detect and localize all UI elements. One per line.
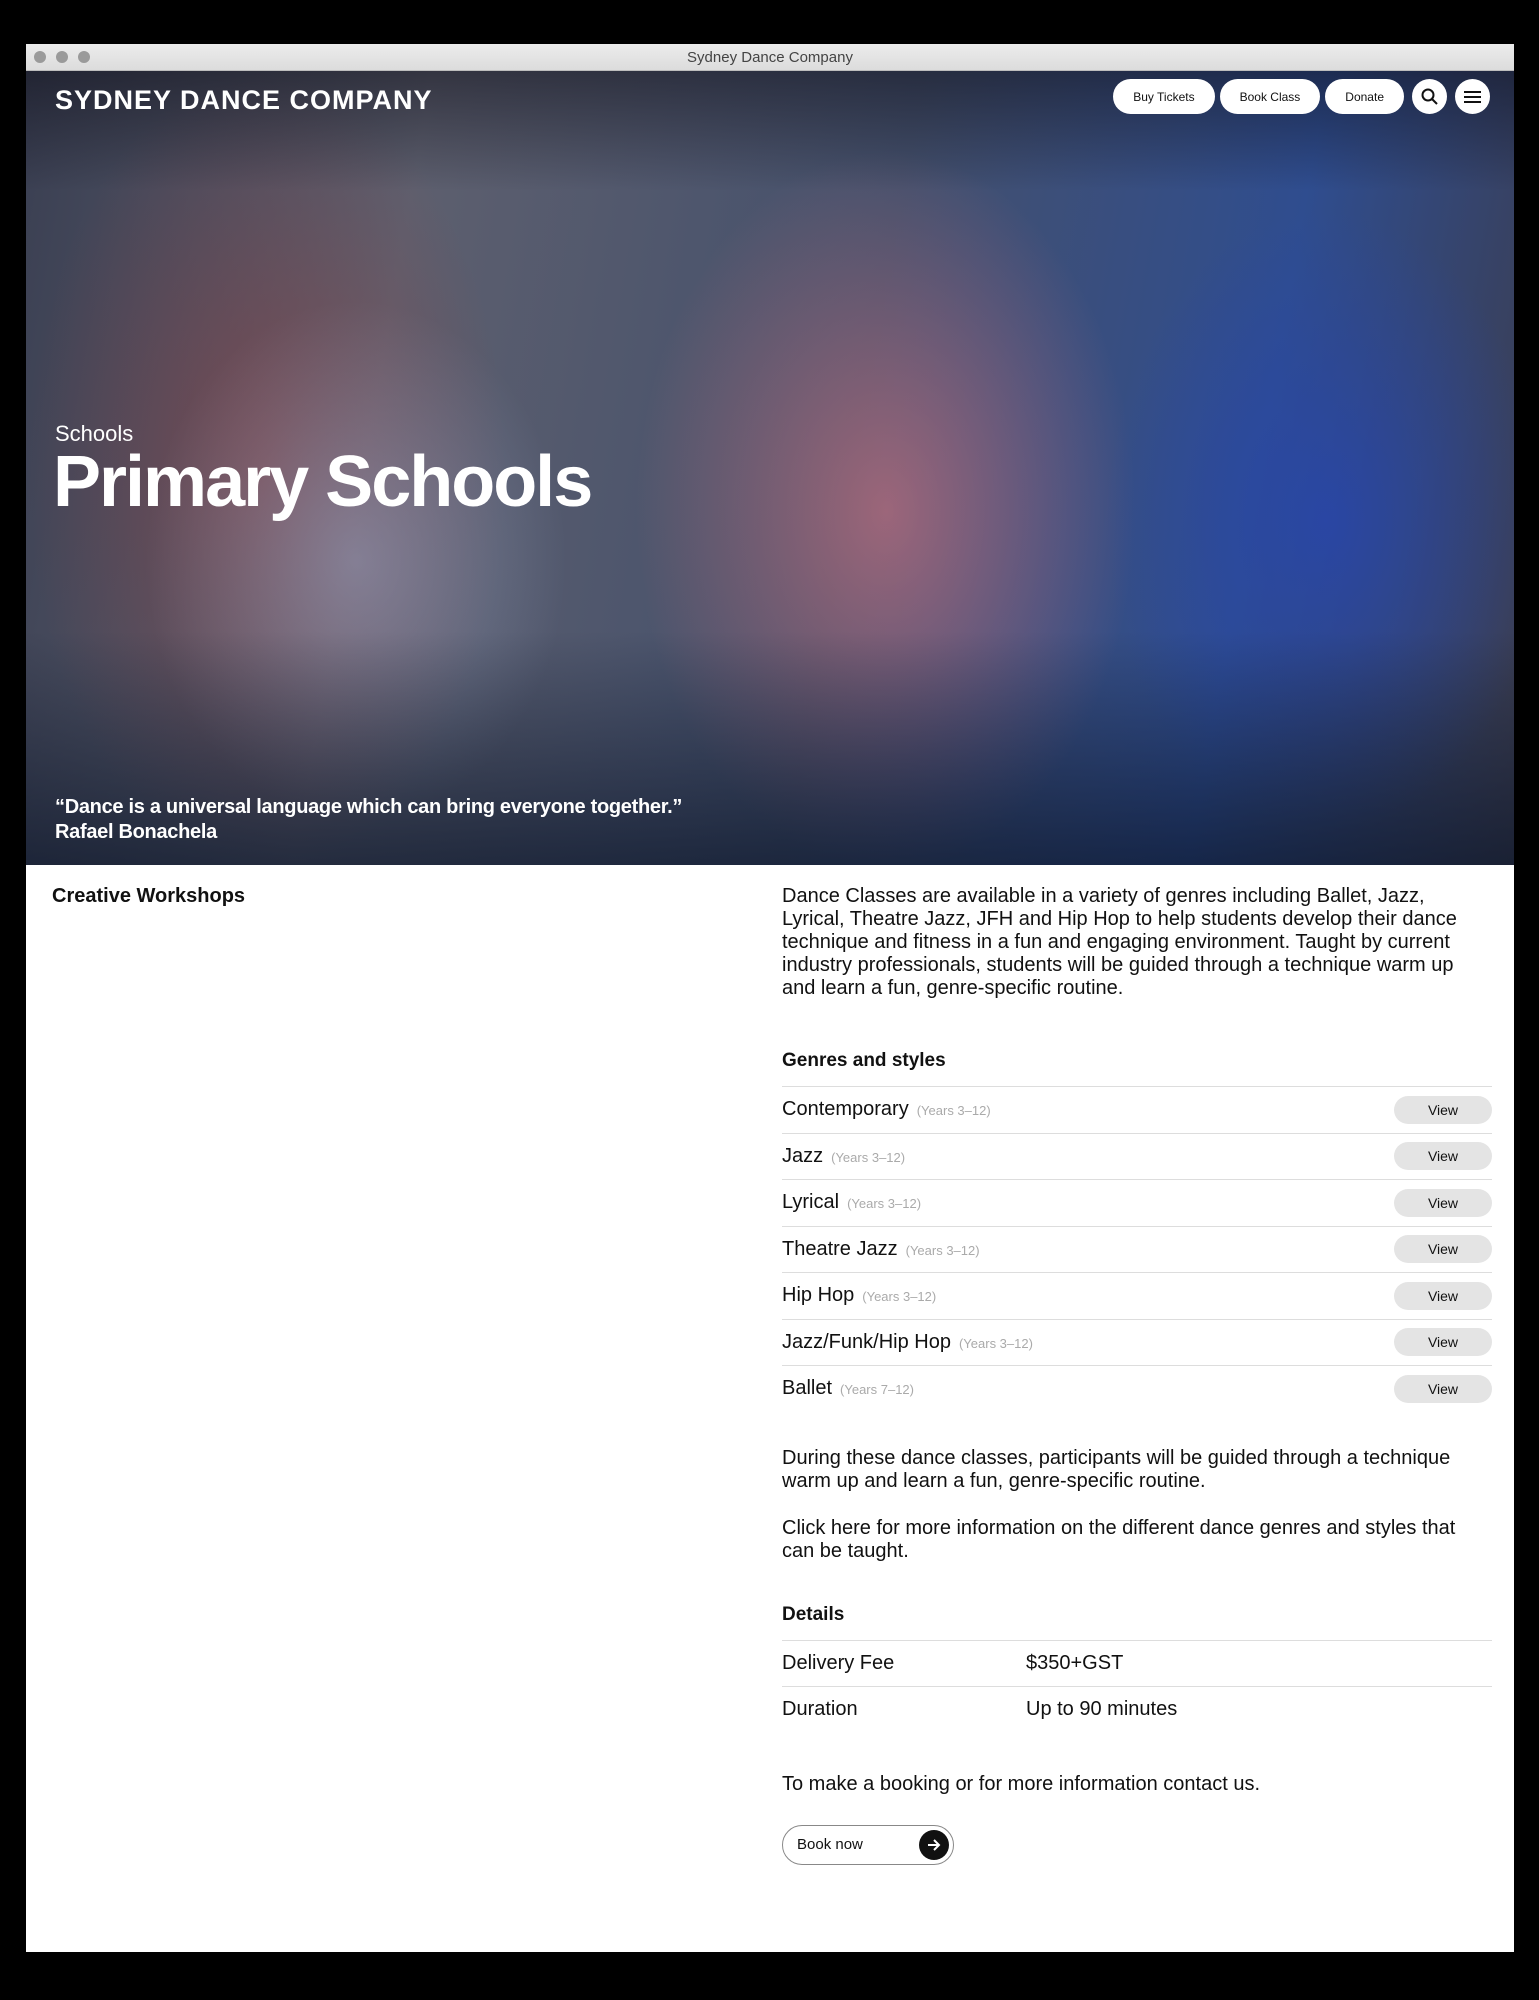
- genre-name: Lyrical: [782, 1191, 840, 1214]
- list-item: Jazz/Funk/Hip Hop (Years 3–12) View: [782, 1320, 1492, 1366]
- genre-age: (Years 3–12): [847, 1196, 922, 1212]
- genre-age: (Years 3–12): [916, 1103, 991, 1119]
- sidebar-heading: Creative Workshops: [52, 885, 246, 907]
- genre-age: (Years 7–12): [840, 1382, 914, 1398]
- genre-name: Hip Hop: [782, 1284, 855, 1307]
- detail-value: $350+GST: [1026, 1651, 1124, 1674]
- menu-icon: [1464, 90, 1481, 103]
- menu-button[interactable]: [1455, 79, 1490, 114]
- contact-text[interactable]: To make a booking or for more informatio…: [782, 1773, 1492, 1796]
- book-now-button[interactable]: Book now: [782, 1824, 954, 1865]
- view-button[interactable]: View: [1394, 1142, 1492, 1171]
- view-button[interactable]: View: [1394, 1281, 1492, 1310]
- list-item: Lyrical (Years 3–12) View: [782, 1180, 1492, 1227]
- close-window-button[interactable]: [34, 51, 46, 63]
- browser-window: Sydney Dance Company SYDNEY DANCE COMPAN…: [26, 44, 1514, 1952]
- view-button[interactable]: View: [1394, 1328, 1492, 1357]
- genre-name: Contemporary: [782, 1098, 909, 1121]
- book-now-label: Book now: [797, 1836, 863, 1853]
- genre-name: Jazz/Funk/Hip Hop: [782, 1330, 951, 1353]
- genre-name: Jazz: [782, 1144, 824, 1167]
- genre-name: Theatre Jazz: [782, 1237, 898, 1260]
- genres-list: Contemporary (Years 3–12) View Jazz (Years…: [782, 1086, 1492, 1412]
- genre-name: Ballet: [782, 1377, 833, 1400]
- buy-tickets-button[interactable]: Buy Tickets: [1113, 79, 1215, 114]
- site-logo[interactable]: SYDNEY DANCE COMPANY: [55, 85, 433, 116]
- content-column: Dance Classes are available in a variety…: [782, 885, 1492, 1865]
- hero-quote: “Dance is a universal language which can…: [55, 795, 682, 845]
- list-item: Theatre Jazz (Years 3–12) View: [782, 1227, 1492, 1273]
- view-button[interactable]: View: [1394, 1235, 1492, 1264]
- intro-text: Dance Classes are available in a variety…: [782, 885, 1457, 999]
- table-row: Duration Up to 90 minutes: [782, 1687, 1492, 1733]
- genre-age: (Years 3–12): [905, 1242, 980, 1258]
- genres-info-link[interactable]: Click here for more information on the d…: [782, 1517, 1492, 1563]
- arrow-right-icon: [919, 1829, 949, 1860]
- genres-heading: Genres and styles: [782, 1050, 946, 1071]
- view-button[interactable]: View: [1394, 1095, 1492, 1124]
- classes-description: During these dance classes, participants…: [782, 1446, 1451, 1492]
- quote-text: “Dance is a universal language which can…: [55, 796, 683, 818]
- detail-label: Duration: [782, 1698, 858, 1721]
- page-title: Primary Schools: [53, 442, 593, 522]
- detail-value: Up to 90 minutes: [1026, 1698, 1178, 1721]
- title-bar: Sydney Dance Company: [26, 44, 1514, 71]
- view-button[interactable]: View: [1394, 1374, 1492, 1403]
- list-item: Contemporary (Years 3–12) View: [782, 1087, 1492, 1134]
- list-item: Hip Hop (Years 3–12) View: [782, 1273, 1492, 1320]
- search-button[interactable]: [1412, 79, 1447, 114]
- detail-label: Delivery Fee: [782, 1651, 895, 1674]
- search-icon: [1421, 88, 1438, 105]
- minimize-window-button[interactable]: [56, 51, 68, 63]
- genre-age: (Years 3–12): [862, 1289, 937, 1305]
- quote-author: Rafael Bonachela: [55, 821, 217, 843]
- hero-banner: SYDNEY DANCE COMPANY Buy Tickets Book Cl…: [26, 71, 1514, 865]
- view-button[interactable]: View: [1394, 1188, 1492, 1217]
- top-navigation: Buy Tickets Book Class Donate: [1113, 79, 1490, 114]
- details-heading: Details: [782, 1603, 845, 1625]
- zoom-window-button[interactable]: [78, 51, 90, 63]
- genre-age: (Years 3–12): [958, 1335, 1033, 1351]
- book-class-button[interactable]: Book Class: [1219, 79, 1321, 114]
- window-controls: [34, 51, 90, 63]
- genre-age: (Years 3–12): [831, 1149, 906, 1165]
- list-item: Jazz (Years 3–12) View: [782, 1134, 1492, 1180]
- details-table: Delivery Fee $350+GST Duration Up to 90 …: [782, 1639, 1492, 1733]
- table-row: Delivery Fee $350+GST: [782, 1641, 1492, 1687]
- window-title: Sydney Dance Company: [687, 48, 853, 66]
- donate-button[interactable]: Donate: [1325, 79, 1404, 114]
- list-item: Ballet (Years 7–12) View: [782, 1366, 1492, 1412]
